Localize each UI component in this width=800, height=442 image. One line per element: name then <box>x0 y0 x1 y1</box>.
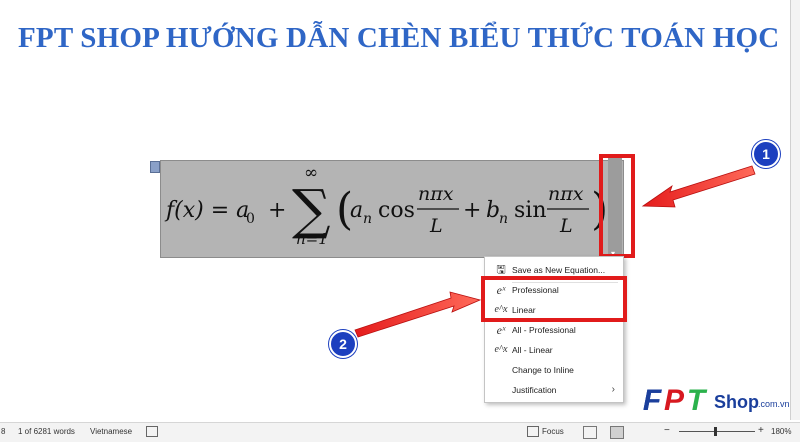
logo-letter-t: T <box>686 384 706 417</box>
arrow-1-icon <box>641 165 756 208</box>
annotation-arrows <box>354 165 756 338</box>
zoom-slider-thumb[interactable] <box>714 427 717 436</box>
fpt-shop-logo: F P T Shop .com.vn <box>640 384 800 424</box>
logo-shop-text: Shop <box>714 392 759 412</box>
zoom-slider-track[interactable] <box>679 431 755 432</box>
step-badge-1: 1 <box>752 140 780 168</box>
focus-icon[interactable] <box>527 426 539 437</box>
step-badge-2: 2 <box>329 330 357 358</box>
status-language[interactable]: Vietnamese <box>90 427 132 436</box>
focus-button[interactable]: Focus <box>542 427 564 436</box>
status-word-count[interactable]: 1 of 6281 words <box>18 427 75 436</box>
logo-letter-p: P <box>664 384 685 417</box>
proofing-icon[interactable] <box>146 426 158 437</box>
print-layout-icon[interactable] <box>610 426 624 439</box>
read-mode-icon[interactable] <box>583 426 597 439</box>
logo-domain-text: .com.vn <box>758 399 790 409</box>
zoom-in-button[interactable]: + <box>758 425 764 436</box>
zoom-level[interactable]: 180% <box>771 427 791 436</box>
zoom-out-button[interactable]: − <box>664 425 670 436</box>
logo-letter-f: F <box>642 384 662 417</box>
arrow-2-icon <box>354 291 482 338</box>
status-page-number[interactable]: 8 <box>1 427 5 436</box>
status-bar: 8 1 of 6281 words Vietnamese Focus − + 1… <box>0 422 800 442</box>
